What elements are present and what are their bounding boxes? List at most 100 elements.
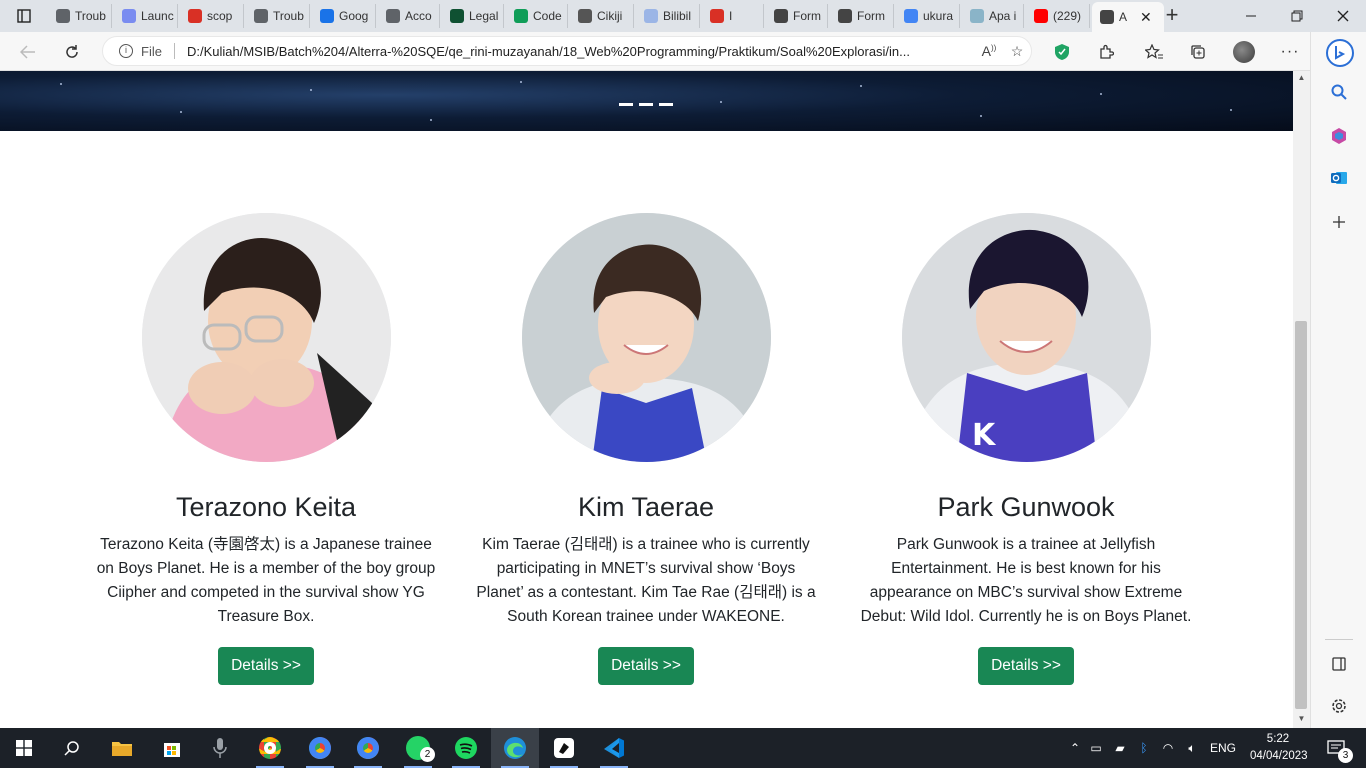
edge-icon: [504, 737, 526, 759]
leaf-icon: [386, 9, 400, 23]
profile-photo: K: [901, 213, 1151, 462]
chrome-button[interactable]: [246, 728, 294, 768]
carousel-indicators[interactable]: [619, 103, 673, 106]
pdf-icon: [188, 9, 202, 23]
address-bar[interactable]: i File D:/Kuliah/MSIB/Batch%204/Alterra-…: [102, 36, 1032, 66]
bluetooth-icon[interactable]: ᛒ: [1132, 741, 1156, 755]
outlook-icon: [1331, 172, 1347, 184]
browser-tab[interactable]: Apa i: [962, 4, 1024, 28]
browser-essentials-button[interactable]: [1048, 38, 1076, 66]
vscode-button[interactable]: [590, 728, 638, 768]
url-text[interactable]: D:/Kuliah/MSIB/Batch%204/Alterra-%20SQE/…: [187, 44, 975, 59]
minimize-button[interactable]: [1228, 0, 1274, 32]
windows-logo-icon: [16, 740, 32, 756]
close-window-button[interactable]: [1320, 0, 1366, 32]
profile-button[interactable]: [1230, 38, 1258, 66]
sidebar-add-button[interactable]: [1327, 210, 1351, 234]
taskbar-search-button[interactable]: [48, 728, 96, 768]
wifi-icon[interactable]: ◠: [1156, 741, 1180, 755]
chrome-profile-3-button[interactable]: [344, 728, 392, 768]
add-favorite-icon[interactable]: ☆: [1003, 43, 1031, 60]
browser-tab[interactable]: Launc: [114, 4, 178, 28]
scroll-down-arrow-icon[interactable]: ▼: [1293, 714, 1310, 723]
browser-tab[interactable]: scop: [180, 4, 244, 28]
microphone-app-button[interactable]: [196, 728, 244, 768]
settings-more-button[interactable]: ···: [1276, 38, 1304, 66]
browser-tab[interactable]: Cikiji: [570, 4, 634, 28]
search-icon: [1331, 84, 1347, 100]
browser-tab[interactable]: (229): [1026, 4, 1090, 28]
bing-icon: [1326, 39, 1354, 67]
doc-icon: [774, 9, 788, 23]
site-info-icon[interactable]: i: [119, 44, 133, 58]
profile-card: Kim Taerae Kim Taerae (김태래) is a trainee…: [466, 213, 826, 685]
bing-copilot-button[interactable]: [1325, 38, 1355, 68]
profile-name: Kim Taerae: [577, 492, 715, 522]
browser-tab[interactable]: Code: [506, 4, 568, 28]
whatsapp-button[interactable]: 2: [394, 728, 442, 768]
store-button[interactable]: [148, 728, 196, 768]
browser-tab[interactable]: Form: [830, 4, 894, 28]
sidebar-outlook-button[interactable]: [1327, 166, 1351, 190]
battery-icon[interactable]: ▰: [1108, 741, 1132, 755]
windows-taskbar: 2 ⌃ ▭ ▰ ᛒ ◠ 🔈︎ ENG 5:22 04/04/2023 3: [0, 728, 1366, 768]
tab-title: Form: [857, 9, 885, 23]
extensions-button[interactable]: [1092, 38, 1120, 66]
browser-tab[interactable]: Troub: [48, 4, 112, 28]
browser-tab[interactable]: Goog: [312, 4, 376, 28]
browser-tab[interactable]: A ✕: [1092, 2, 1164, 32]
page-scrollbar[interactable]: ▲ ▼: [1293, 71, 1310, 728]
notification-badge: 3: [1338, 748, 1353, 763]
scroll-up-arrow-icon[interactable]: ▲: [1293, 73, 1310, 82]
sidebar-search-button[interactable]: [1327, 80, 1351, 104]
restore-button[interactable]: [1274, 0, 1320, 32]
close-tab-icon[interactable]: ✕: [1140, 9, 1152, 26]
carousel-indicator[interactable]: [639, 103, 653, 106]
start-button[interactable]: [0, 728, 48, 768]
favorites-button[interactable]: [1140, 38, 1168, 66]
store-icon: [164, 743, 180, 757]
notification-center-button[interactable]: 3: [1314, 728, 1358, 768]
tab-actions-button[interactable]: [6, 4, 42, 28]
browser-tab[interactable]: Troub: [246, 4, 310, 28]
tab-title: scop: [207, 9, 233, 23]
browser-tab[interactable]: Bilibil: [636, 4, 700, 28]
meet-now-icon[interactable]: ▭: [1084, 741, 1108, 755]
language-indicator[interactable]: ENG: [1210, 741, 1236, 755]
notion-button[interactable]: [540, 728, 588, 768]
browser-tab[interactable]: ukura: [896, 4, 960, 28]
browser-tab[interactable]: Legal: [442, 4, 504, 28]
record-icon: [710, 9, 724, 23]
details-button[interactable]: Details >>: [218, 647, 314, 685]
scrollbar-thumb[interactable]: [1295, 321, 1307, 709]
back-arrow-icon: [20, 45, 35, 59]
profile-card: K Park Gunwook Park Gunwook is a trainee…: [846, 213, 1206, 685]
clock[interactable]: 5:22 04/04/2023: [1250, 731, 1308, 765]
carousel-indicator[interactable]: [659, 103, 673, 106]
spotify-button[interactable]: [442, 728, 490, 768]
show-hidden-icons-icon[interactable]: ⌃: [1066, 741, 1084, 755]
url-divider: [173, 43, 175, 59]
details-button[interactable]: Details >>: [978, 647, 1074, 685]
file-explorer-button[interactable]: [98, 728, 146, 768]
browser-tab[interactable]: I: [702, 4, 764, 28]
tab-title: I: [729, 9, 733, 23]
hide-sidebar-button[interactable]: [1327, 652, 1351, 676]
browser-tab[interactable]: Acco: [378, 4, 440, 28]
volume-icon[interactable]: 🔈︎: [1180, 741, 1204, 756]
details-button[interactable]: Details >>: [598, 647, 694, 685]
browser-toolbar: i File D:/Kuliah/MSIB/Batch%204/Alterra-…: [0, 32, 1310, 71]
sidebar-settings-button[interactable]: [1327, 694, 1351, 718]
refresh-button[interactable]: [58, 38, 86, 66]
carousel-indicator[interactable]: [619, 103, 633, 106]
new-tab-button[interactable]: +: [1158, 4, 1186, 28]
edge-button[interactable]: [491, 728, 539, 768]
back-button[interactable]: [14, 38, 42, 66]
collections-button[interactable]: [1184, 38, 1212, 66]
read-aloud-icon[interactable]: A)): [975, 43, 1003, 59]
sidebar-office-button[interactable]: [1327, 124, 1351, 148]
browser-tab[interactable]: Form: [766, 4, 828, 28]
tab-actions-icon: [17, 9, 31, 23]
hero-banner: [0, 71, 1293, 131]
chrome-profile-2-button[interactable]: [296, 728, 344, 768]
